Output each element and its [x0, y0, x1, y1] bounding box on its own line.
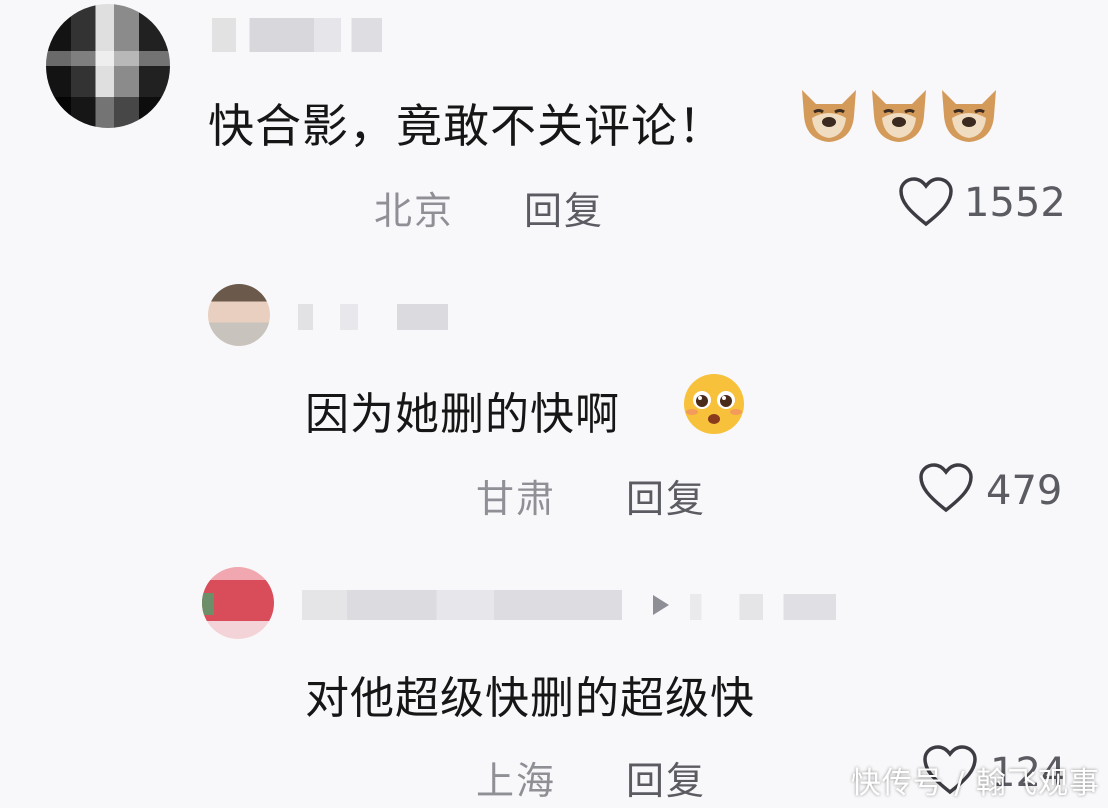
watermark: 快传号 / 翰飞观事	[850, 766, 1100, 801]
dog-face-icon	[872, 90, 926, 142]
username-redacted[interactable]	[298, 304, 448, 330]
location-label: 北京	[374, 189, 455, 233]
username-redacted[interactable]	[212, 18, 382, 52]
location-label: 上海	[476, 759, 557, 803]
comment-text: 快合影，竟敢不关评论！	[208, 99, 725, 153]
username-redacted[interactable]	[302, 590, 622, 620]
avatar[interactable]	[46, 4, 170, 128]
username-redacted[interactable]	[690, 594, 836, 620]
dog-face-icon	[802, 90, 856, 142]
avatar[interactable]	[202, 567, 274, 639]
like-count: 479	[986, 468, 1063, 514]
reply-button[interactable]: 回复	[524, 180, 604, 235]
heart-icon[interactable]	[918, 462, 974, 514]
dog-face-icon	[942, 90, 996, 142]
pleading-face-icon	[684, 374, 744, 434]
avatar[interactable]	[208, 284, 270, 346]
reply-button[interactable]: 回复	[626, 468, 706, 523]
location-label: 甘肃	[476, 477, 557, 521]
heart-icon[interactable]	[898, 176, 954, 228]
reply-button[interactable]: 回复	[626, 750, 706, 805]
like-count: 1552	[964, 180, 1066, 226]
comment-text: 对他超级快删的超级快	[305, 673, 755, 724]
reply-to-arrow-icon	[653, 595, 669, 615]
comment-text: 因为她删的快啊	[305, 389, 620, 440]
